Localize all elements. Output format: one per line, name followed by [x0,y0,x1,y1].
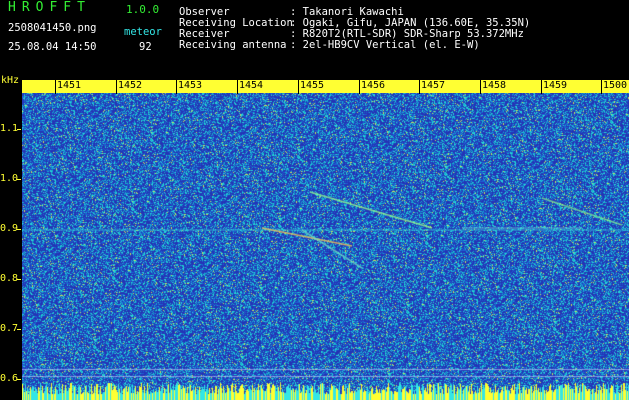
x-tick-label: 1457 [421,80,446,91]
spectrogram-plot [22,80,629,400]
y-axis-unit: kHz [1,75,20,86]
y-tick-mark [17,129,21,130]
info-value-antenna: : 2el-HB9CV Vertical (el. E-W) [290,39,480,51]
y-tick-label: 0.6 [0,373,19,384]
x-tick-label: 1459 [543,80,568,91]
mode-label: meteor [124,26,162,38]
mode-count: 92 [139,41,152,53]
y-tick-mark [17,329,21,330]
x-tick-label: 1452 [118,80,143,91]
x-tick-label: 1451 [57,80,82,91]
y-tick-mark [17,279,21,280]
x-tick-label: 1500 [603,80,628,91]
x-tick-mark [480,80,481,94]
x-tick-label: 1455 [300,80,325,91]
x-tick-mark [176,80,177,94]
time-axis-bar [22,80,629,93]
x-tick-mark [359,80,360,94]
y-tick-mark [17,379,21,380]
x-tick-label: 1454 [239,80,264,91]
x-tick-mark [601,80,602,94]
app-title: HROFFT [8,0,91,15]
file-datetime: 25.08.04 14:50 [8,41,97,53]
y-tick-label: 0.9 [0,223,19,234]
x-tick-label: 1453 [178,80,203,91]
x-tick-label: 1458 [482,80,507,91]
y-tick-label: 1.1 [0,123,19,134]
y-tick-mark [17,179,21,180]
y-tick-mark [17,229,21,230]
x-tick-mark [116,80,117,94]
y-tick-label: 1.0 [0,173,19,184]
y-tick-label: 0.8 [0,273,19,284]
x-tick-mark [419,80,420,94]
info-key-antenna: Receiving antenna [179,39,287,51]
x-tick-mark [298,80,299,94]
file-name: 2508041450.png [8,22,97,34]
app-version: 1.0.0 [126,3,160,16]
x-tick-mark [55,80,56,94]
x-tick-mark [237,80,238,94]
y-tick-label: 0.7 [0,323,19,334]
x-tick-mark [541,80,542,94]
header-panel: HROFFT 1.0.0 2508041450.png 25.08.04 14:… [0,0,629,74]
x-tick-label: 1456 [361,80,386,91]
